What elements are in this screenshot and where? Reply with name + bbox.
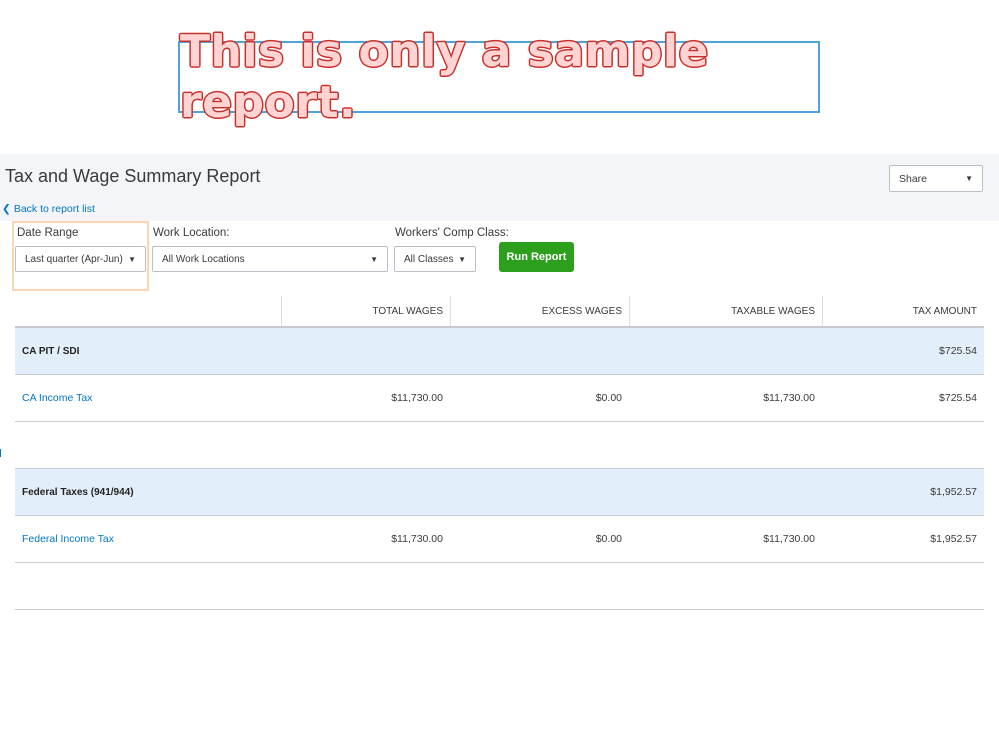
row-excess-wages: $0.00 xyxy=(595,533,622,545)
sample-banner-text: This is only a sample report. xyxy=(180,26,709,128)
row-taxable-wages xyxy=(629,469,815,515)
row-tax-amount: $725.54 xyxy=(939,392,977,404)
row-total-wages xyxy=(281,328,443,374)
date-range-label: Date Range xyxy=(17,227,79,239)
run-report-button[interactable]: Run Report xyxy=(499,242,574,272)
work-location-label: Work Location: xyxy=(153,227,230,239)
row-name-link[interactable]: Federal Income Tax xyxy=(22,516,114,562)
report-header xyxy=(0,154,999,221)
share-label: Share xyxy=(899,172,928,185)
table-row: CA Income Tax $11,730.00 $0.00 $11,730.0… xyxy=(15,375,984,422)
column-header-taxable-wages[interactable]: TAXABLE WAGES xyxy=(629,296,822,326)
row-taxable-wages: $11,730.00 xyxy=(763,533,815,545)
row-name: CA PIT / SDI xyxy=(22,345,80,357)
date-range-value: Last quarter (Apr-Jun) xyxy=(25,253,123,265)
table-row-group: CA PIT / SDI $725.54 xyxy=(15,328,984,375)
caret-down-icon: ▼ xyxy=(965,174,973,183)
table-spacer-row xyxy=(15,422,984,469)
table-row: Federal Income Tax $11,730.00 $0.00 $11,… xyxy=(15,516,984,563)
row-tax-amount: $725.54 xyxy=(939,345,977,357)
work-location-select[interactable]: All Work Locations ▼ xyxy=(152,246,388,272)
row-excess-wages xyxy=(450,328,622,374)
column-header-excess-wages[interactable]: EXCESS WAGES xyxy=(450,296,629,326)
column-header-total-wages[interactable]: TOTAL WAGES xyxy=(281,296,450,326)
table-header: TOTAL WAGES EXCESS WAGES TAXABLE WAGES T… xyxy=(15,296,984,328)
row-total-wages: $11,730.00 xyxy=(391,392,443,404)
row-excess-wages xyxy=(450,469,622,515)
workers-comp-value: All Classes xyxy=(404,253,454,265)
caret-down-icon: ▼ xyxy=(370,254,378,264)
back-link-label: Back to report list xyxy=(13,203,95,215)
row-excess-wages: $0.00 xyxy=(595,392,622,404)
workers-comp-label: Workers' Comp Class: xyxy=(395,227,509,239)
row-taxable-wages xyxy=(629,328,815,374)
workers-comp-select[interactable]: All Classes ▼ xyxy=(394,246,476,272)
row-name-link[interactable]: CA Income Tax xyxy=(22,375,92,421)
work-location-value: All Work Locations xyxy=(162,253,245,265)
share-dropdown[interactable]: Share ▼ xyxy=(889,165,983,192)
edge-marker xyxy=(0,449,1,457)
row-name: Federal Taxes (941/944) xyxy=(22,486,134,498)
table-row-group: Federal Taxes (941/944) $1,952.57 xyxy=(15,469,984,516)
caret-down-icon: ▼ xyxy=(458,254,466,264)
row-taxable-wages: $11,730.00 xyxy=(763,392,815,404)
date-range-select[interactable]: Last quarter (Apr-Jun) ▼ xyxy=(15,246,146,272)
row-total-wages: $11,730.00 xyxy=(391,533,443,545)
column-header-tax-amount[interactable]: TAX AMOUNT xyxy=(822,296,984,326)
caret-down-icon: ▼ xyxy=(128,254,136,264)
row-tax-amount: $1,952.57 xyxy=(930,533,977,545)
chevron-left-icon: ❮ xyxy=(2,203,11,215)
row-tax-amount: $1,952.57 xyxy=(930,486,977,498)
report-table: TOTAL WAGES EXCESS WAGES TAXABLE WAGES T… xyxy=(15,296,984,563)
page-title: Tax and Wage Summary Report xyxy=(5,166,261,186)
sample-banner: This is only a sample report. xyxy=(178,26,820,128)
back-to-report-list-link[interactable]: ❮ Back to report list xyxy=(2,203,95,215)
row-total-wages xyxy=(281,469,443,515)
table-bottom-divider xyxy=(15,609,984,610)
